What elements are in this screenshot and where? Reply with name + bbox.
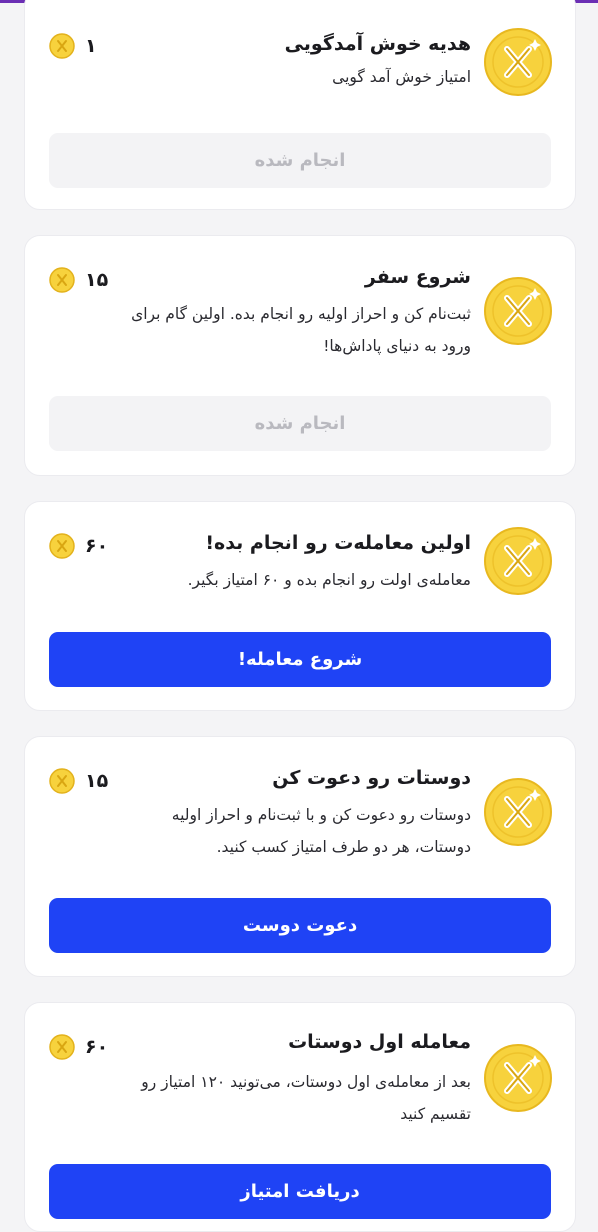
points-value: ۱۵: [85, 269, 109, 291]
invite-friend-button[interactable]: دعوت دوست: [49, 898, 551, 953]
task-title: دوستات رو دعوت کن: [272, 767, 471, 789]
coin-x-icon: [483, 27, 553, 97]
points-value: ۱۵: [85, 770, 109, 792]
task-description: ثبت‌نام کن و احراز اولیه رو انجام بده. ا…: [131, 305, 471, 355]
coin-x-icon: [483, 526, 553, 596]
task-title: شروع سفر: [364, 266, 471, 288]
points-value: ۶۰: [85, 535, 109, 557]
task-title: معامله اول دوستات: [288, 1031, 471, 1053]
task-done-button: انجام شده: [49, 396, 551, 451]
points-badge: ۱۵: [49, 267, 109, 293]
task-done-button: انجام شده: [49, 133, 551, 188]
coin-x-icon: [483, 276, 553, 346]
points-value: ۱: [85, 35, 97, 57]
coin-x-icon: [483, 777, 553, 847]
task-card-start-journey: شروع سفر ثبت‌نام کن و احراز اولیه رو انج…: [24, 235, 576, 476]
task-description: دوستات رو دعوت کن و با ثبت‌نام و احراز ا…: [171, 806, 471, 856]
points-badge: ۶۰: [49, 1034, 109, 1060]
small-coin-icon: [49, 1034, 75, 1060]
task-title: هدیه خوش آمدگویی: [284, 33, 471, 55]
points-value: ۶۰: [85, 1036, 109, 1058]
small-coin-icon: [49, 267, 75, 293]
task-card-friends-first-trade: معامله اول دوستات بعد از معامله‌ی اول دو…: [24, 1002, 576, 1232]
task-card-invite-friends: دوستات رو دعوت کن دوستات رو دعوت کن و با…: [24, 736, 576, 977]
small-coin-icon: [49, 33, 75, 59]
task-card-first-trade: اولین معامله‌ت رو انجام بده! معامله‌ی او…: [24, 501, 576, 711]
points-badge: ۶۰: [49, 533, 109, 559]
claim-points-button[interactable]: دریافت امتیاز: [49, 1164, 551, 1219]
task-title: اولین معامله‌ت رو انجام بده!: [205, 532, 471, 554]
task-description: امتیاز خوش آمد گویی: [332, 68, 471, 86]
small-coin-icon: [49, 768, 75, 794]
small-coin-icon: [49, 533, 75, 559]
task-card-welcome-gift: هدیه خوش آمدگویی امتیاز خوش آمد گویی ۱ ا…: [24, 0, 576, 210]
points-badge: ۱۵: [49, 768, 109, 794]
points-badge: ۱: [49, 33, 97, 59]
start-trade-button[interactable]: شروع معامله!: [49, 632, 551, 687]
coin-x-icon: [483, 1043, 553, 1113]
task-description: معامله‌ی اولت رو انجام بده و ۶۰ امتیاز ب…: [187, 571, 471, 589]
task-description: بعد از معامله‌ی اول دوستات، می‌تونید ۱۲۰…: [141, 1073, 471, 1123]
